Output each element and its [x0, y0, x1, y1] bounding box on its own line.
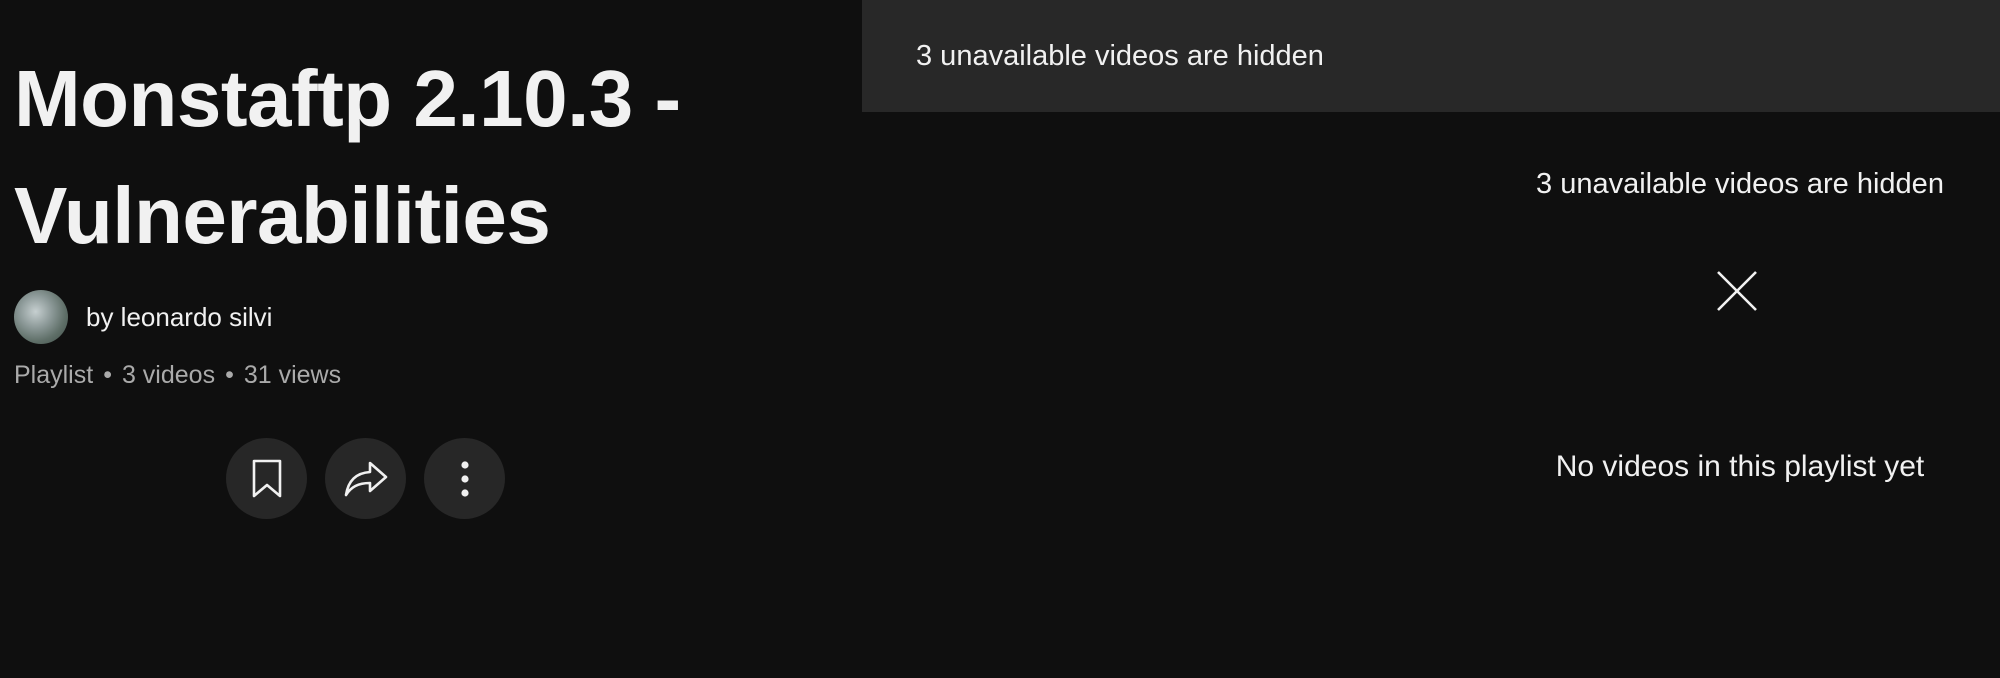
owner-name[interactable]: by leonardo silvi — [86, 302, 272, 333]
dismiss-button[interactable] — [1712, 266, 1762, 316]
avatar[interactable] — [14, 290, 68, 344]
more-vert-icon — [460, 460, 469, 497]
video-count: 3 videos — [121, 361, 216, 389]
share-icon — [344, 461, 387, 496]
playlist-type: Playlist — [14, 361, 94, 389]
hidden-videos-message: 3 unavailable videos are hidden — [1536, 168, 1944, 200]
view-count: 31 views — [243, 361, 342, 389]
more-options-button[interactable] — [424, 438, 505, 519]
meta-separator: • — [103, 361, 112, 389]
banner-text: 3 unavailable videos are hidden — [916, 39, 1324, 72]
meta-separator: • — [225, 361, 234, 389]
share-button[interactable] — [325, 438, 406, 519]
playlist-meta: Playlist • 3 videos • 31 views — [14, 361, 862, 390]
bookmark-icon — [252, 459, 281, 497]
playlist-actions — [226, 438, 862, 519]
playlist-page: Monstaftp 2.10.3 - Vulnerabilities by le… — [0, 0, 2000, 678]
unavailable-videos-banner: 3 unavailable videos are hidden — [862, 0, 2000, 112]
save-button[interactable] — [226, 438, 307, 519]
owner-row[interactable]: by leonardo silvi — [14, 289, 862, 345]
playlist-header: Monstaftp 2.10.3 - Vulnerabilities by le… — [0, 0, 862, 678]
playlist-title: Monstaftp 2.10.3 - Vulnerabilities — [14, 54, 681, 260]
empty-playlist-message: No videos in this playlist yet — [1555, 450, 1925, 483]
close-icon — [1717, 271, 1757, 311]
